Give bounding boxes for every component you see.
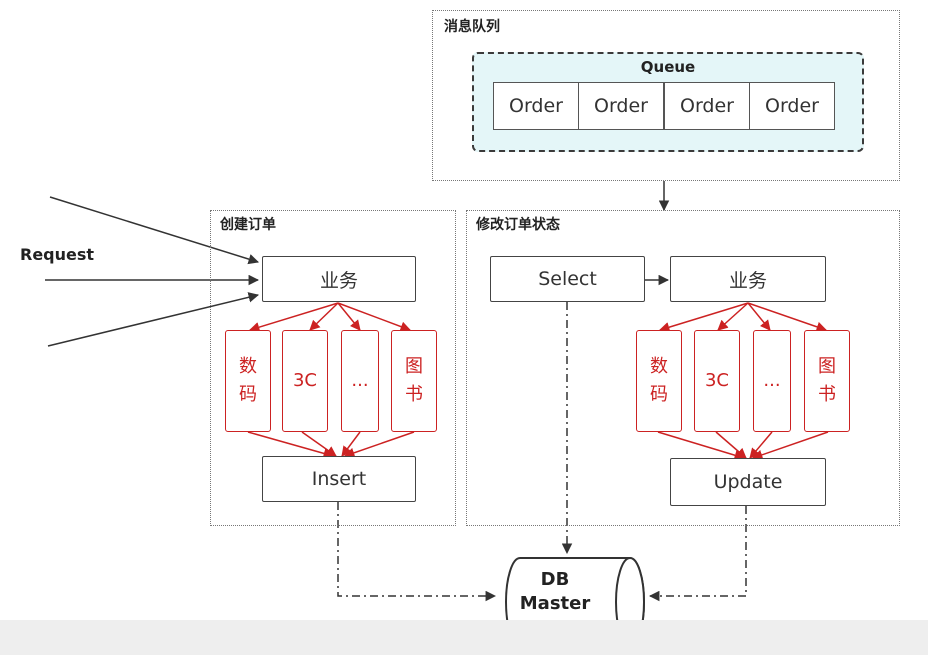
update-box: Update bbox=[670, 458, 826, 506]
insert-box: Insert bbox=[262, 456, 416, 502]
create-order-title: 创建订单 bbox=[220, 217, 276, 233]
category-box: 3C bbox=[694, 330, 740, 432]
select-box: Select bbox=[490, 256, 645, 302]
modify-order-title: 修改订单状态 bbox=[476, 217, 560, 233]
order-box: Order bbox=[664, 82, 750, 130]
db-label-line1: DB bbox=[540, 569, 570, 590]
order-box: Order bbox=[578, 82, 664, 130]
category-box: 图书 bbox=[804, 330, 850, 432]
message-queue-title: 消息队列 bbox=[444, 19, 500, 35]
db-master-label: DB Master bbox=[500, 568, 610, 616]
order-box: Order bbox=[493, 82, 579, 130]
bottom-bar bbox=[0, 620, 928, 655]
queue-label: Queue bbox=[640, 58, 696, 76]
request-label: Request bbox=[20, 245, 95, 264]
category-box: ... bbox=[753, 330, 791, 432]
order-box: Order bbox=[749, 82, 835, 130]
create-business-box: 业务 bbox=[262, 256, 416, 302]
category-box: 数码 bbox=[636, 330, 682, 432]
category-box: 数码 bbox=[225, 330, 271, 432]
category-box: 3C bbox=[282, 330, 328, 432]
modify-business-box: 业务 bbox=[670, 256, 826, 302]
category-box: ... bbox=[341, 330, 379, 432]
category-box: 图书 bbox=[391, 330, 437, 432]
db-label-line2: Master bbox=[519, 593, 591, 614]
